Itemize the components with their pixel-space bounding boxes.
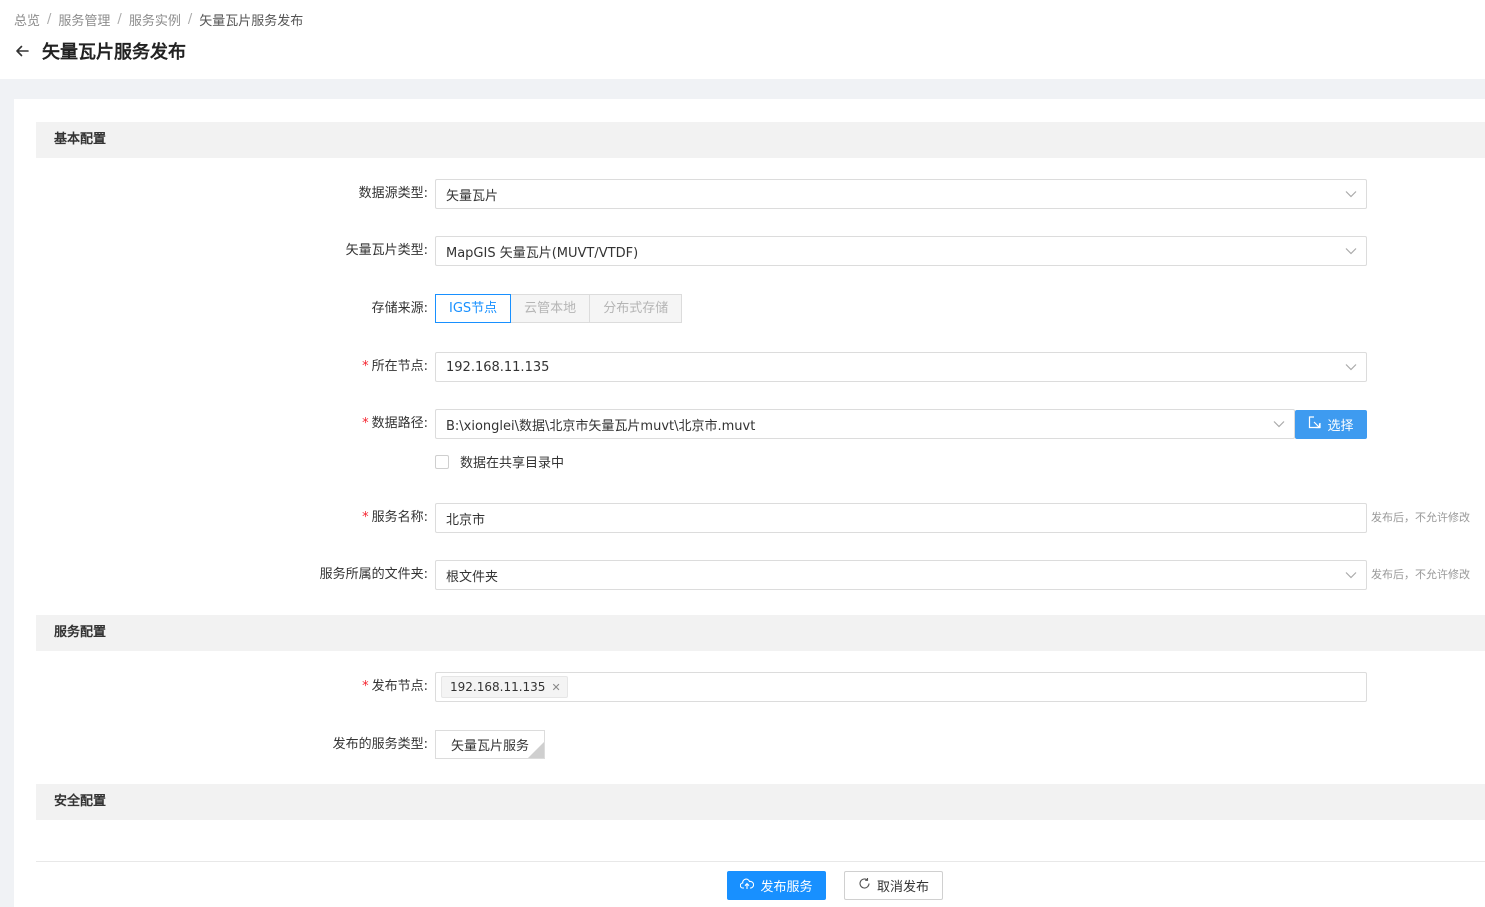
breadcrumb: 总览 / 服务管理 / 服务实例 / 矢量瓦片服务发布 (14, 10, 303, 29)
publish-node-multiselect[interactable]: 192.168.11.135 ✕ (435, 672, 1367, 702)
publish-service-label: 发布服务 (760, 880, 813, 895)
required-asterisk: * (362, 510, 369, 525)
folder-hint: 发布后，不允许修改 (1371, 568, 1470, 581)
publish-type-label: 发布的服务类型: (332, 737, 428, 752)
cancel-publish-button[interactable]: 取消发布 (844, 871, 943, 900)
service-name-value: 北京市 (446, 512, 486, 528)
shared-dir-row: 数据在共享目录中 (435, 452, 564, 471)
node-select[interactable]: 192.168.11.135 (435, 352, 1367, 382)
section-service-config: 服务配置 (36, 615, 1485, 651)
footer-divider (36, 861, 1485, 862)
page-header: 矢量瓦片服务发布 (14, 38, 186, 64)
data-path-value: B:\xionglei\数据\北京市矢量瓦片muvt\北京市.muvt (446, 418, 756, 434)
datasource-type-value: 矢量瓦片 (446, 188, 499, 204)
breadcrumb-service-instances[interactable]: 服务实例 (129, 10, 181, 29)
cancel-publish-label: 取消发布 (876, 880, 929, 895)
publish-service-button[interactable]: 发布服务 (727, 871, 826, 900)
chevron-down-icon (1264, 410, 1294, 438)
publish-node-tag: 192.168.11.135 ✕ (441, 676, 568, 698)
section-security-config: 安全配置 (36, 784, 1485, 820)
required-asterisk: * (362, 416, 369, 431)
data-path-label: * 数据路径: (362, 416, 428, 431)
node-value: 192.168.11.135 (446, 359, 550, 375)
breadcrumb-service-management[interactable]: 服务管理 (58, 10, 110, 29)
data-path-select[interactable]: B:\xionglei\数据\北京市矢量瓦片muvt\北京市.muvt (435, 409, 1295, 439)
tile-type-value: MapGIS 矢量瓦片(MUVT/VTDF) (446, 245, 639, 261)
publish-type-value: 矢量瓦片服务 (450, 739, 529, 754)
datasource-type-select[interactable]: 矢量瓦片 (435, 179, 1367, 209)
form-card: 基本配置 数据源类型: 矢量瓦片 矢量瓦片类型: MapGIS 矢量瓦片(MUV… (14, 99, 1485, 907)
tag-close-icon[interactable]: ✕ (551, 681, 560, 694)
breadcrumb-current: 矢量瓦片服务发布 (199, 14, 304, 29)
publish-type-card[interactable]: 矢量瓦片服务 (435, 730, 545, 759)
service-name-input[interactable]: 北京市 (435, 503, 1367, 533)
breadcrumb-separator: / (117, 12, 122, 27)
breadcrumb-separator: / (47, 12, 52, 27)
select-button-label: 选择 (1327, 419, 1354, 434)
reload-icon (858, 877, 871, 894)
chevron-down-icon (1336, 561, 1366, 589)
storage-segmented: IGS节点 云管本地 分布式存储 (435, 294, 683, 323)
service-name-hint: 发布后，不允许修改 (1371, 511, 1470, 524)
storage-option-cloud-local[interactable]: 云管本地 (510, 294, 591, 323)
cloud-upload-icon (740, 878, 755, 894)
tile-type-label: 矢量瓦片类型: (345, 243, 428, 258)
breadcrumb-separator: / (187, 12, 193, 27)
chevron-down-icon (1336, 353, 1366, 381)
storage-label: 存储来源: (371, 301, 428, 316)
storage-option-igs[interactable]: IGS节点 (435, 294, 512, 323)
section-basic-config: 基本配置 (36, 122, 1485, 158)
required-asterisk: * (362, 679, 369, 694)
page-title: 矢量瓦片服务发布 (42, 42, 186, 63)
folder-select[interactable]: 根文件夹 (435, 560, 1367, 590)
storage-option-distributed[interactable]: 分布式存储 (589, 294, 683, 323)
publish-node-tag-label: 192.168.11.135 (450, 680, 546, 694)
shared-dir-label: 数据在共享目录中 (460, 456, 565, 471)
chevron-down-icon (1336, 180, 1366, 208)
service-name-label: * 服务名称: (362, 510, 428, 525)
breadcrumb-overview[interactable]: 总览 (14, 10, 40, 29)
checked-corner-icon (528, 742, 544, 758)
select-icon (1308, 416, 1322, 433)
folder-value: 根文件夹 (446, 569, 499, 585)
folder-label: 服务所属的文件夹: (319, 567, 428, 582)
chevron-down-icon (1336, 237, 1366, 265)
back-arrow-icon[interactable] (14, 43, 30, 59)
required-asterisk: * (362, 359, 369, 374)
shared-dir-checkbox[interactable] (435, 454, 449, 469)
select-path-button[interactable]: 选择 (1295, 410, 1367, 439)
publish-node-label: * 发布节点: (362, 679, 428, 694)
datasource-type-label: 数据源类型: (358, 186, 428, 201)
tile-type-select[interactable]: MapGIS 矢量瓦片(MUVT/VTDF) (435, 236, 1367, 266)
node-label: * 所在节点: (362, 359, 428, 374)
